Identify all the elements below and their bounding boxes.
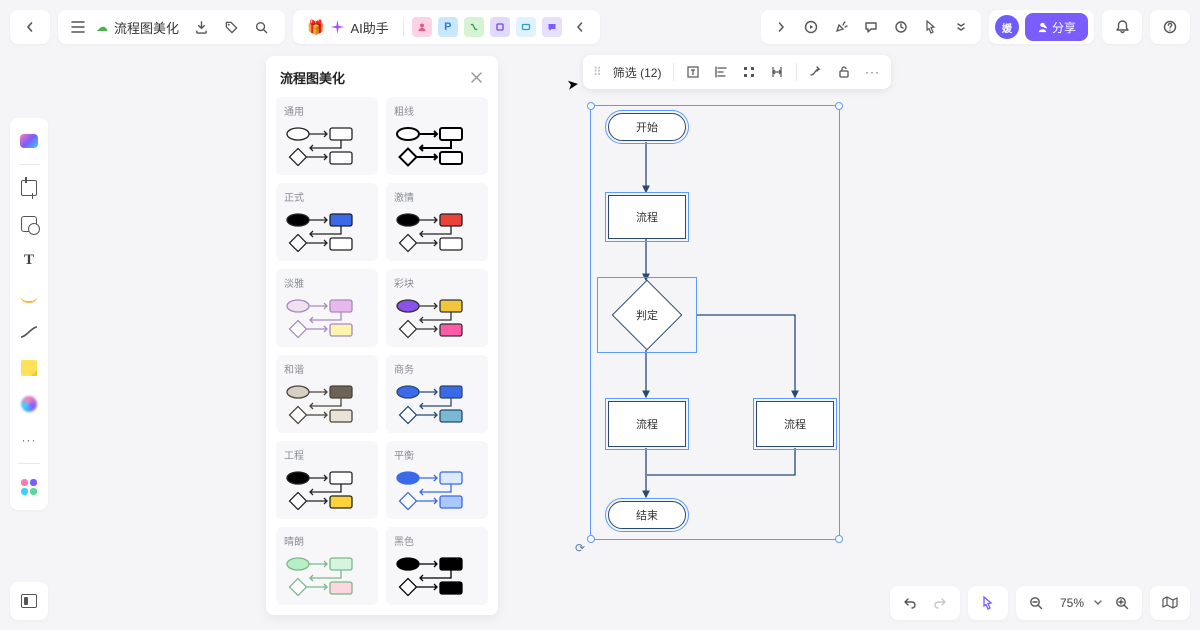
minimap-button[interactable] (1156, 589, 1184, 617)
resize-handle[interactable] (587, 535, 595, 543)
textframe-button[interactable] (680, 59, 706, 85)
rotate-handle[interactable]: ⟳ (575, 541, 585, 555)
distribute-button[interactable] (736, 59, 762, 85)
zoom-in-button[interactable] (1108, 589, 1136, 617)
selection-toolbar: ⠿ 筛选 (12) ··· (583, 55, 891, 89)
flow-node-process[interactable]: 流程 (756, 401, 834, 447)
align-button[interactable] (708, 59, 734, 85)
resize-handle[interactable] (587, 102, 595, 110)
flow-node-process[interactable]: 流程 (608, 401, 686, 447)
flow-node-decision[interactable]: 判定 (600, 280, 694, 350)
selection-count[interactable]: 筛选 (12) (607, 64, 668, 81)
connector-style-button[interactable] (803, 59, 829, 85)
resize-handle[interactable] (835, 102, 843, 110)
zoom-label[interactable]: 75% (1056, 596, 1088, 610)
drag-handle-icon[interactable]: ⠿ (589, 65, 605, 79)
mouse-cursor-icon: ➤ (566, 75, 580, 93)
resize-handle[interactable] (835, 535, 843, 543)
zoom-out-button[interactable] (1022, 589, 1050, 617)
undo-button[interactable] (896, 589, 924, 617)
lock-button[interactable] (831, 59, 857, 85)
more-button[interactable]: ··· (859, 59, 885, 85)
divider (796, 63, 797, 81)
spacing-button[interactable] (764, 59, 790, 85)
flow-node-process[interactable]: 流程 (608, 195, 686, 239)
redo-button[interactable] (926, 589, 954, 617)
pointer-mode-button[interactable] (974, 589, 1002, 617)
divider (673, 63, 674, 81)
chevron-down-icon[interactable] (1094, 600, 1102, 606)
flow-node-end[interactable]: 结束 (608, 501, 686, 529)
flow-node-start[interactable]: 开始 (608, 113, 686, 141)
